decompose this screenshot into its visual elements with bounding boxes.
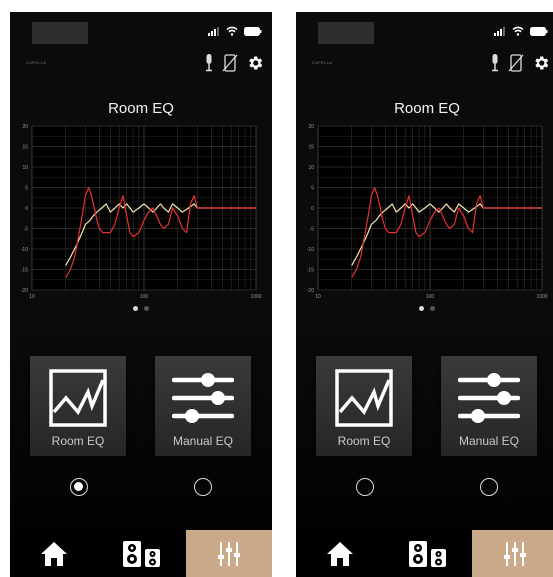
- wifi-icon: [226, 26, 238, 36]
- manual-eq-button-label: Manual EQ: [458, 434, 520, 448]
- y-tick-label: -5: [310, 227, 315, 233]
- page-indicator: [296, 306, 553, 311]
- app-screen: CAPELLA Room EQ 20 15 10 5 0 -5 -10 -15 -20 10 100…: [296, 12, 553, 577]
- gear-icon[interactable]: [532, 54, 550, 72]
- x-tick-label: 100: [140, 294, 149, 300]
- battery-icon: [530, 26, 548, 36]
- speakers-icon: [123, 540, 160, 567]
- y-tick-label: -10: [21, 247, 28, 253]
- manual-eq-button[interactable]: Manual EQ: [155, 356, 251, 456]
- bottom-tab-bar: [296, 530, 553, 577]
- device-disconnected-icon[interactable]: [508, 54, 524, 72]
- y-tick-label: 10: [308, 165, 314, 171]
- signal-icon: [208, 26, 219, 36]
- status-carrier-area: [32, 22, 88, 44]
- room-eq-graph-icon: [335, 369, 393, 427]
- app-screen: CAPELLA Room EQ 20 15 10 5 0 -5 -10 -15 -20 10 100…: [10, 12, 272, 577]
- tab-home[interactable]: [296, 530, 384, 577]
- y-tick-label: 20: [308, 124, 314, 130]
- y-tick-label: -5: [24, 227, 29, 233]
- microphone-icon[interactable]: [490, 54, 500, 72]
- tab-speakers[interactable]: [98, 530, 186, 577]
- room-eq-chart: 20151050-5-10-15-2010 100 1000: [21, 124, 262, 300]
- sliders-icon: [458, 373, 520, 423]
- sliders-icon: [172, 373, 234, 423]
- pager-dot-active[interactable]: [133, 306, 138, 311]
- y-tick-label: 5: [311, 186, 314, 192]
- tab-equalizer[interactable]: [186, 530, 272, 577]
- manual-eq-radio[interactable]: [194, 478, 212, 496]
- pager-dot-active[interactable]: [419, 306, 424, 311]
- tab-equalizer[interactable]: [472, 530, 553, 577]
- radio-selected-dot: [74, 482, 83, 491]
- x-tick-label: 100: [426, 294, 435, 300]
- x-tick-label: 1000: [250, 294, 261, 300]
- y-tick-label: 0: [311, 206, 314, 212]
- speakers-icon: [409, 540, 446, 567]
- y-tick-label: -15: [307, 268, 314, 274]
- bottom-tab-bar: [10, 530, 272, 577]
- battery-icon: [244, 26, 262, 36]
- x-tick-label: 10: [315, 294, 321, 300]
- y-tick-label: 15: [22, 145, 28, 151]
- room-eq-button-label: Room EQ: [51, 434, 105, 448]
- room-eq-graph-icon: [49, 369, 107, 427]
- page-indicator: [10, 306, 272, 311]
- room-eq-chart: 20151050-5-10-15-2010 100 1000: [307, 124, 548, 300]
- manual-eq-button[interactable]: Manual EQ: [441, 356, 537, 456]
- top-toolbar: [204, 54, 264, 72]
- y-tick-label: 15: [308, 145, 314, 151]
- brand-label: CAPELLA: [26, 60, 47, 65]
- room-eq-button-label: Room EQ: [337, 434, 391, 448]
- tab-speakers[interactable]: [384, 530, 472, 577]
- y-tick-label: -20: [307, 288, 314, 294]
- room-eq-radio[interactable]: [70, 478, 88, 496]
- y-tick-label: -10: [307, 247, 314, 253]
- top-toolbar: [490, 54, 550, 72]
- page-title: Room EQ: [394, 100, 460, 117]
- pager-dot[interactable]: [144, 306, 149, 311]
- room-eq-button[interactable]: Room EQ: [316, 356, 412, 456]
- status-bar: [208, 26, 262, 36]
- y-tick-label: -20: [21, 288, 28, 294]
- room-eq-radio[interactable]: [356, 478, 374, 496]
- microphone-icon[interactable]: [204, 54, 214, 72]
- page-title: Room EQ: [108, 100, 174, 117]
- x-tick-label: 10: [29, 294, 35, 300]
- room-eq-button[interactable]: Room EQ: [30, 356, 126, 456]
- gear-icon[interactable]: [246, 54, 264, 72]
- status-carrier-area: [318, 22, 374, 44]
- y-tick-label: 20: [22, 124, 28, 130]
- home-icon: [327, 541, 353, 566]
- manual-eq-radio[interactable]: [480, 478, 498, 496]
- y-tick-label: -15: [21, 268, 28, 274]
- status-bar: [494, 26, 548, 36]
- home-icon: [41, 541, 67, 566]
- manual-eq-button-label: Manual EQ: [172, 434, 234, 448]
- brand-label: CAPELLA: [312, 60, 333, 65]
- y-tick-label: 10: [22, 165, 28, 171]
- device-disconnected-icon[interactable]: [222, 54, 238, 72]
- wifi-icon: [512, 26, 524, 36]
- x-tick-label: 1000: [536, 294, 547, 300]
- equalizer-icon: [218, 541, 240, 566]
- y-tick-label: 5: [25, 186, 28, 192]
- pager-dot[interactable]: [430, 306, 435, 311]
- equalizer-icon: [504, 541, 526, 566]
- y-tick-label: 0: [25, 206, 28, 212]
- signal-icon: [494, 26, 505, 36]
- tab-home[interactable]: [10, 530, 98, 577]
